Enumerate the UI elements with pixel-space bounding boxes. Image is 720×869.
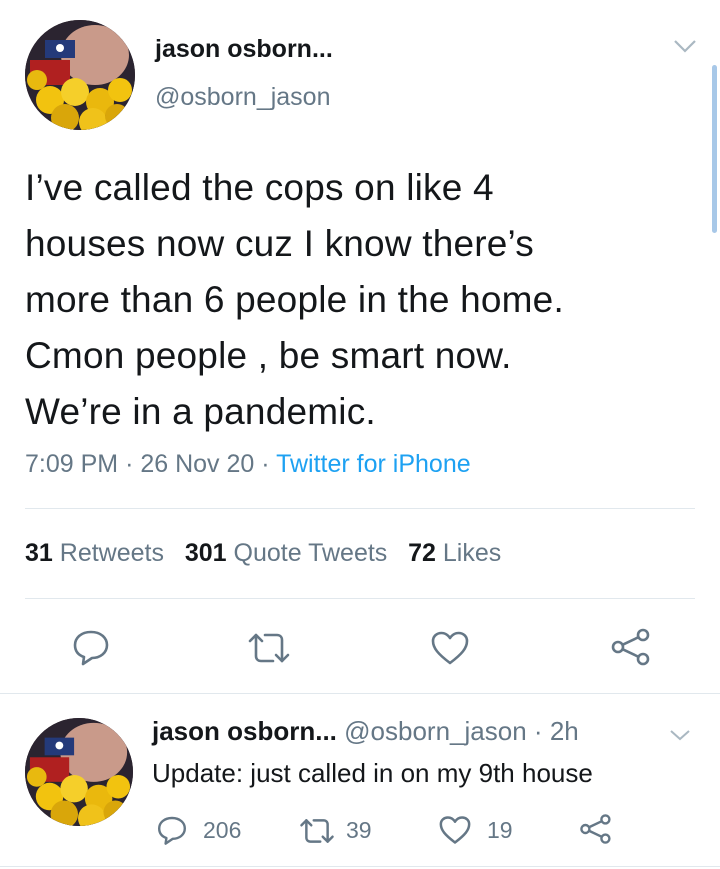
tweet-text: I’ve called the cops on like 4 houses no… <box>25 160 695 440</box>
tweet-stats: 31 Retweets 301 Quote Tweets 72 Likes <box>25 539 501 568</box>
reply-header: jason osborn... @osborn_jason · 2h <box>152 716 579 747</box>
author-handle[interactable]: @osborn_jason <box>155 83 331 112</box>
reply-icon[interactable] <box>156 814 188 846</box>
separator: · <box>261 450 270 478</box>
author-name[interactable]: jason osborn... <box>155 35 333 64</box>
like-icon[interactable] <box>438 815 472 845</box>
scrollbar[interactable] <box>712 65 717 233</box>
share-icon[interactable] <box>609 627 651 667</box>
reply-text: Update: just called in on my 9th house <box>152 758 593 788</box>
reply-time: 2h <box>549 716 579 746</box>
likes-stat[interactable]: 72 Likes <box>408 539 501 567</box>
divider <box>0 693 720 694</box>
reply-chevron-down-icon[interactable] <box>668 728 692 742</box>
reply-author-name[interactable]: jason osborn... <box>152 716 337 746</box>
retweets-label: Retweets <box>59 539 164 567</box>
tweet-time: 7:09 PM <box>25 450 119 478</box>
divider <box>25 508 695 509</box>
avatar-image <box>25 718 133 826</box>
likes-count: 72 <box>408 539 436 567</box>
chevron-down-icon[interactable] <box>672 38 698 54</box>
retweet-count: 39 <box>346 817 372 843</box>
share-icon[interactable] <box>578 813 612 845</box>
like-icon[interactable] <box>430 630 470 666</box>
tweet-date: 26 Nov 20 <box>140 450 255 478</box>
retweet-icon[interactable] <box>299 816 335 846</box>
reply-count: 206 <box>203 817 242 843</box>
tweet-text-line: houses now cuz I know there’s <box>25 223 535 264</box>
reply-avatar[interactable] <box>25 718 133 826</box>
reply-icon[interactable] <box>71 627 111 667</box>
tweet-source-link[interactable]: Twitter for iPhone <box>276 450 471 478</box>
quotes-count: 301 <box>184 539 227 567</box>
avatar[interactable] <box>25 20 135 130</box>
tweet-text-line: I’ve called the cops on like 4 <box>25 167 494 208</box>
quotes-stat[interactable]: 301 Quote Tweets <box>185 539 387 567</box>
reply-author-handle[interactable]: @osborn_jason <box>344 716 527 746</box>
separator: · <box>533 716 543 746</box>
tweet-text-line: more than 6 people in the home. <box>25 279 564 320</box>
divider <box>25 598 695 599</box>
quotes-label: Quote Tweets <box>233 539 388 567</box>
likes-label: Likes <box>442 539 502 567</box>
retweets-count: 31 <box>25 539 53 567</box>
tweet-text-line: Cmon people , be smart now. <box>25 335 512 376</box>
avatar-image <box>25 20 135 130</box>
retweets-stat[interactable]: 31 Retweets <box>25 539 164 567</box>
separator: · <box>125 450 134 478</box>
like-count: 19 <box>487 817 513 843</box>
tweet-text-line: We’re in a pandemic. <box>25 391 376 432</box>
retweet-icon[interactable] <box>247 630 291 666</box>
divider <box>0 866 720 867</box>
tweet-meta: 7:09 PM · 26 Nov 20 · Twitter for iPhone <box>25 450 471 479</box>
